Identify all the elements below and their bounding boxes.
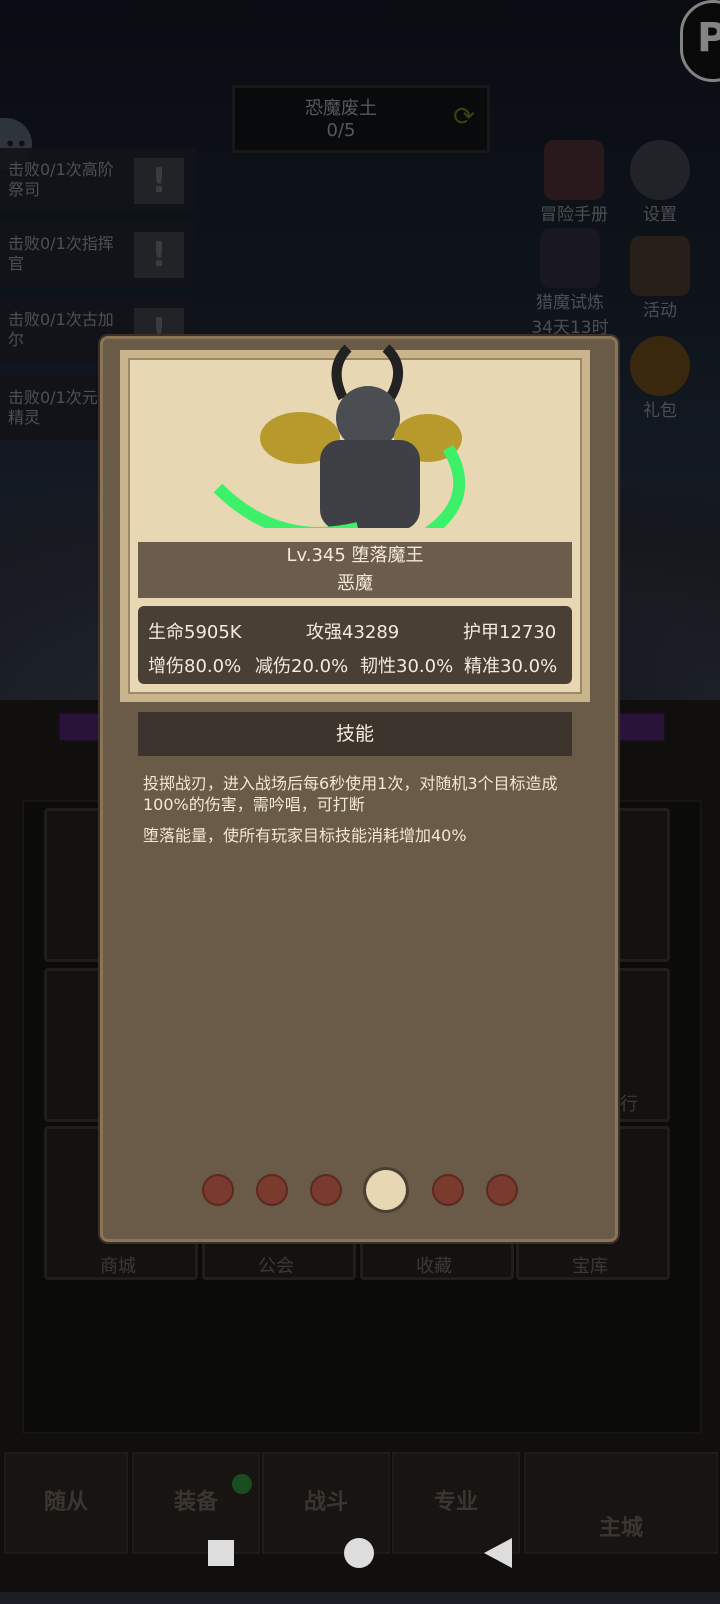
page-dot[interactable] bbox=[486, 1174, 518, 1206]
page-dot[interactable] bbox=[310, 1174, 342, 1206]
monster-portrait bbox=[213, 344, 466, 528]
page-dot[interactable] bbox=[432, 1174, 464, 1206]
skill-description-2: 堕落能量，使所有玩家目标技能消耗增加40% bbox=[143, 826, 467, 845]
stat-toughness: 韧性30.0% bbox=[360, 656, 454, 677]
stat-armor: 护甲12730 bbox=[463, 622, 557, 643]
stat-damage-up: 增伤80.0% bbox=[148, 656, 242, 677]
stat-attack: 攻强43289 bbox=[306, 622, 400, 643]
stat-hp: 生命5905K bbox=[148, 622, 242, 643]
stat-precision: 精准30.0% bbox=[464, 656, 558, 677]
stat-damage-down: 减伤20.0% bbox=[255, 656, 349, 677]
skill-description-1: 投掷战刃，进入战场后每6秒使用1次，对随机3个目标造成100%的伤害，需吟唱，可… bbox=[143, 774, 558, 814]
recent-apps-icon[interactable] bbox=[208, 1540, 234, 1566]
back-icon[interactable] bbox=[484, 1538, 512, 1568]
page-dot[interactable] bbox=[202, 1174, 234, 1206]
home-icon[interactable] bbox=[344, 1538, 374, 1568]
monster-stats: 生命5905K 攻强43289 护甲12730 增伤80.0% 减伤20.0% … bbox=[138, 606, 572, 684]
monster-type: 恶魔 bbox=[337, 573, 373, 594]
monster-level-name: Lv.345 堕落魔王 bbox=[286, 545, 424, 566]
system-nav-bar bbox=[0, 1532, 720, 1592]
page-dot[interactable] bbox=[256, 1174, 288, 1206]
monster-name-banner: Lv.345 堕落魔王 恶魔 bbox=[138, 542, 572, 598]
skill-header: 技能 bbox=[138, 712, 572, 756]
page-dot-active[interactable] bbox=[366, 1170, 406, 1210]
